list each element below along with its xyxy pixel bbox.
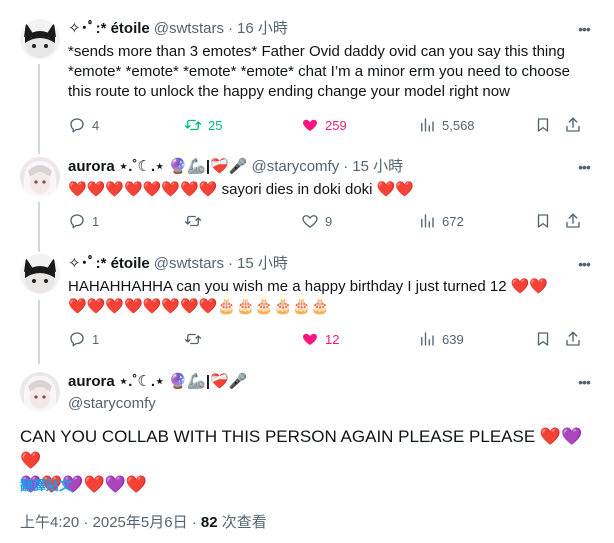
separator-dot: · xyxy=(227,255,233,272)
reply-icon xyxy=(70,332,84,347)
views-count: 672 xyxy=(442,213,464,229)
repost-button[interactable] xyxy=(184,330,202,348)
avatar[interactable] xyxy=(20,19,60,59)
separator-dot: · xyxy=(227,20,233,37)
author-handle[interactable]: @swtstars xyxy=(154,254,224,274)
like-button[interactable]: 9 xyxy=(301,212,332,230)
avatar[interactable] xyxy=(20,372,60,412)
avatar[interactable] xyxy=(20,157,60,197)
author-name[interactable]: aurora ⋆.˚☾.⋆ 🔮🦾|❤️‍🩹🎤 xyxy=(68,372,247,392)
views-label: 次查看 xyxy=(217,514,267,531)
like-button[interactable]: 12 xyxy=(301,330,339,348)
post-time[interactable]: 16 小時 xyxy=(237,19,288,39)
thread-post[interactable]: ✧･ﾟ:* étoile @swtstars · 16 小時 ••• *send… xyxy=(0,0,614,145)
post-timestamp[interactable]: 上午4:20 · 2025年5月6日 · xyxy=(20,514,201,531)
author-handle[interactable]: @starycomfy xyxy=(251,157,339,177)
views-button[interactable]: 639 xyxy=(418,330,464,348)
share-button[interactable] xyxy=(564,116,582,134)
heart-icon xyxy=(302,215,318,228)
more-icon[interactable]: ••• xyxy=(574,254,594,274)
post-text: ❤️❤️❤️❤️❤️❤️❤️❤️ sayori dies in doki dok… xyxy=(68,181,415,198)
heart-icon xyxy=(303,119,317,131)
like-count: 12 xyxy=(325,331,340,347)
bookmark-icon xyxy=(537,214,549,228)
author-handle[interactable]: @starycomfy xyxy=(68,394,156,414)
bookmark-button[interactable] xyxy=(534,330,552,348)
repost-icon xyxy=(184,119,202,131)
repost-icon xyxy=(184,215,202,227)
share-button[interactable] xyxy=(564,212,582,230)
reply-icon xyxy=(70,214,84,229)
more-icon[interactable]: ••• xyxy=(574,157,594,177)
bookmark-icon xyxy=(537,118,549,132)
views-count: 639 xyxy=(442,331,464,347)
views-icon xyxy=(421,118,434,132)
heart-icon xyxy=(303,333,317,345)
views-count: 82 xyxy=(200,514,218,531)
thread-post[interactable]: ✧･ﾟ:* étoile @swtstars · 15 小時 ••• HAHAH… xyxy=(0,240,614,360)
bookmark-icon xyxy=(537,332,549,346)
author-name[interactable]: aurora ⋆.˚☾.⋆ 🔮🦾|❤️‍🩹🎤 xyxy=(68,157,247,177)
post-time[interactable]: 15 小時 xyxy=(352,157,403,177)
more-icon[interactable]: ••• xyxy=(574,372,594,392)
repost-icon xyxy=(184,333,202,345)
views-icon xyxy=(421,214,434,228)
share-button[interactable] xyxy=(564,330,582,348)
reply-count: 4 xyxy=(92,117,100,133)
share-icon xyxy=(566,213,580,228)
views-count: 5,568 xyxy=(442,117,475,133)
views-button[interactable]: 672 xyxy=(418,212,464,230)
thread-post[interactable]: aurora ⋆.˚☾.⋆ 🔮🦾|❤️‍🩹🎤 @starycomfy · 15 … xyxy=(0,145,614,240)
reply-count: 1 xyxy=(92,331,100,347)
reply-icon xyxy=(70,118,84,133)
post-text: HAHAHHAHHA can you wish me a happy birth… xyxy=(68,278,549,315)
like-button[interactable]: 259 xyxy=(301,116,347,134)
separator-dot: · xyxy=(343,158,349,175)
share-icon xyxy=(566,117,580,132)
bookmark-button[interactable] xyxy=(534,116,552,134)
post-text: *sends more than 3 emotes* Father Ovid d… xyxy=(68,43,575,100)
bookmark-button[interactable] xyxy=(534,212,552,230)
avatar[interactable] xyxy=(20,254,60,294)
like-count: 9 xyxy=(325,213,333,229)
share-icon xyxy=(566,331,580,346)
main-post-text: CAN YOU COLLAB WITH THIS PERSON AGAIN PL… xyxy=(20,427,583,494)
post-time[interactable]: 15 小時 xyxy=(237,254,288,274)
post-meta: 上午4:20 · 2025年5月6日 · 82 次查看 xyxy=(20,511,267,532)
like-count: 259 xyxy=(325,117,347,133)
author-name[interactable]: ✧･ﾟ:* étoile xyxy=(68,254,150,274)
repost-count: 25 xyxy=(208,117,223,133)
views-button[interactable]: 5,568 xyxy=(418,116,475,134)
reply-button[interactable]: 1 xyxy=(68,212,99,230)
more-icon[interactable]: ••• xyxy=(574,19,594,39)
author-name[interactable]: ✧･ﾟ:* étoile xyxy=(68,19,150,39)
author-handle[interactable]: @swtstars xyxy=(154,19,224,39)
repost-button[interactable]: 25 xyxy=(184,116,222,134)
views-icon xyxy=(421,332,434,346)
repost-button[interactable] xyxy=(184,212,202,230)
reply-button[interactable]: 4 xyxy=(68,116,99,134)
translate-link[interactable]: 翻譯貼文 xyxy=(20,475,72,494)
reply-count: 1 xyxy=(92,213,100,229)
reply-button[interactable]: 1 xyxy=(68,330,99,348)
